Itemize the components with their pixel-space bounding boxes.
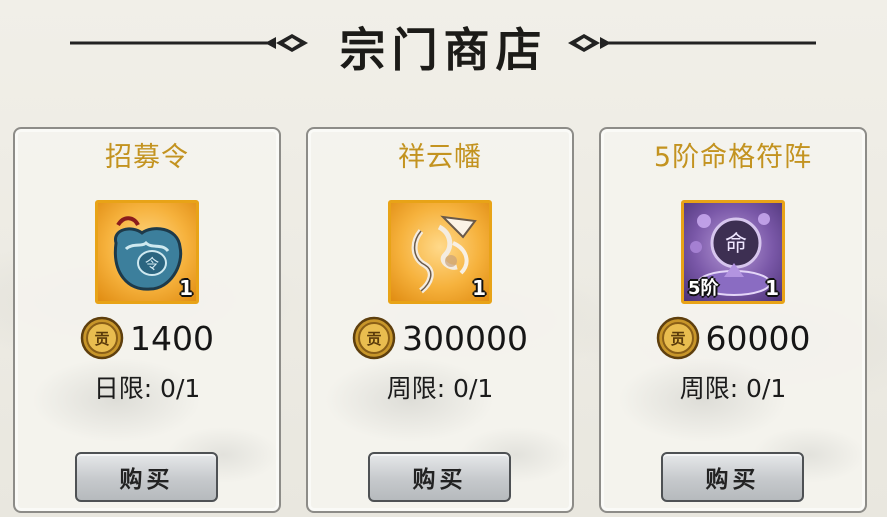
svg-text:令: 令 [145, 257, 159, 273]
buy-button[interactable]: 购买 [75, 452, 218, 502]
item-name: 祥云幡 [398, 142, 482, 173]
item-price: 1400 [130, 318, 214, 358]
item-price: 300000 [402, 318, 528, 358]
item-tier: 5阶 [688, 278, 719, 299]
purchase-limit: 周限: 0/1 [386, 374, 494, 403]
shop-item-card-fate-talisman: 5阶命格符阵 命 5阶 1 贡 60000 周限: 0/1 购买 [599, 127, 867, 513]
item-quantity: 1 [765, 276, 779, 300]
svg-text:贡: 贡 [94, 330, 109, 348]
purchase-limit: 日限: 0/1 [93, 374, 201, 403]
item-quantity: 1 [472, 276, 486, 300]
contribution-coin-icon: 贡 [352, 316, 396, 360]
item-name: 招募令 [105, 142, 189, 173]
price-row: 贡 300000 [308, 313, 572, 363]
shop-item-card-recruit-token: 招募令 令 1 贡 1400 日限: 0/1 购买 [13, 127, 281, 513]
item-price: 60000 [705, 318, 811, 358]
item-quantity: 1 [179, 276, 193, 300]
svg-text:命: 命 [725, 232, 747, 257]
price-row: 贡 60000 [601, 313, 865, 363]
item-name: 5阶命格符阵 [653, 142, 813, 173]
contribution-coin-icon: 贡 [80, 316, 124, 360]
svg-text:贡: 贡 [670, 330, 685, 348]
contribution-coin-icon: 贡 [656, 316, 699, 360]
purchase-limit: 周限: 0/1 [679, 374, 787, 403]
buy-button[interactable]: 购买 [368, 452, 511, 502]
svg-text:贡: 贡 [366, 330, 381, 348]
shop-item-card-cloud-banner: 祥云幡 1 贡 300000 周限: 0/1 购买 [306, 127, 574, 513]
shop-header: 宗门商店 [0, 0, 887, 100]
item-slot[interactable]: 命 5阶 1 [681, 200, 785, 304]
right-ornament-icon [568, 34, 816, 52]
buy-button[interactable]: 购买 [661, 452, 804, 502]
item-slot[interactable]: 令 1 [95, 200, 199, 304]
item-slot[interactable]: 1 [388, 200, 492, 304]
price-row: 贡 1400 [15, 313, 279, 363]
